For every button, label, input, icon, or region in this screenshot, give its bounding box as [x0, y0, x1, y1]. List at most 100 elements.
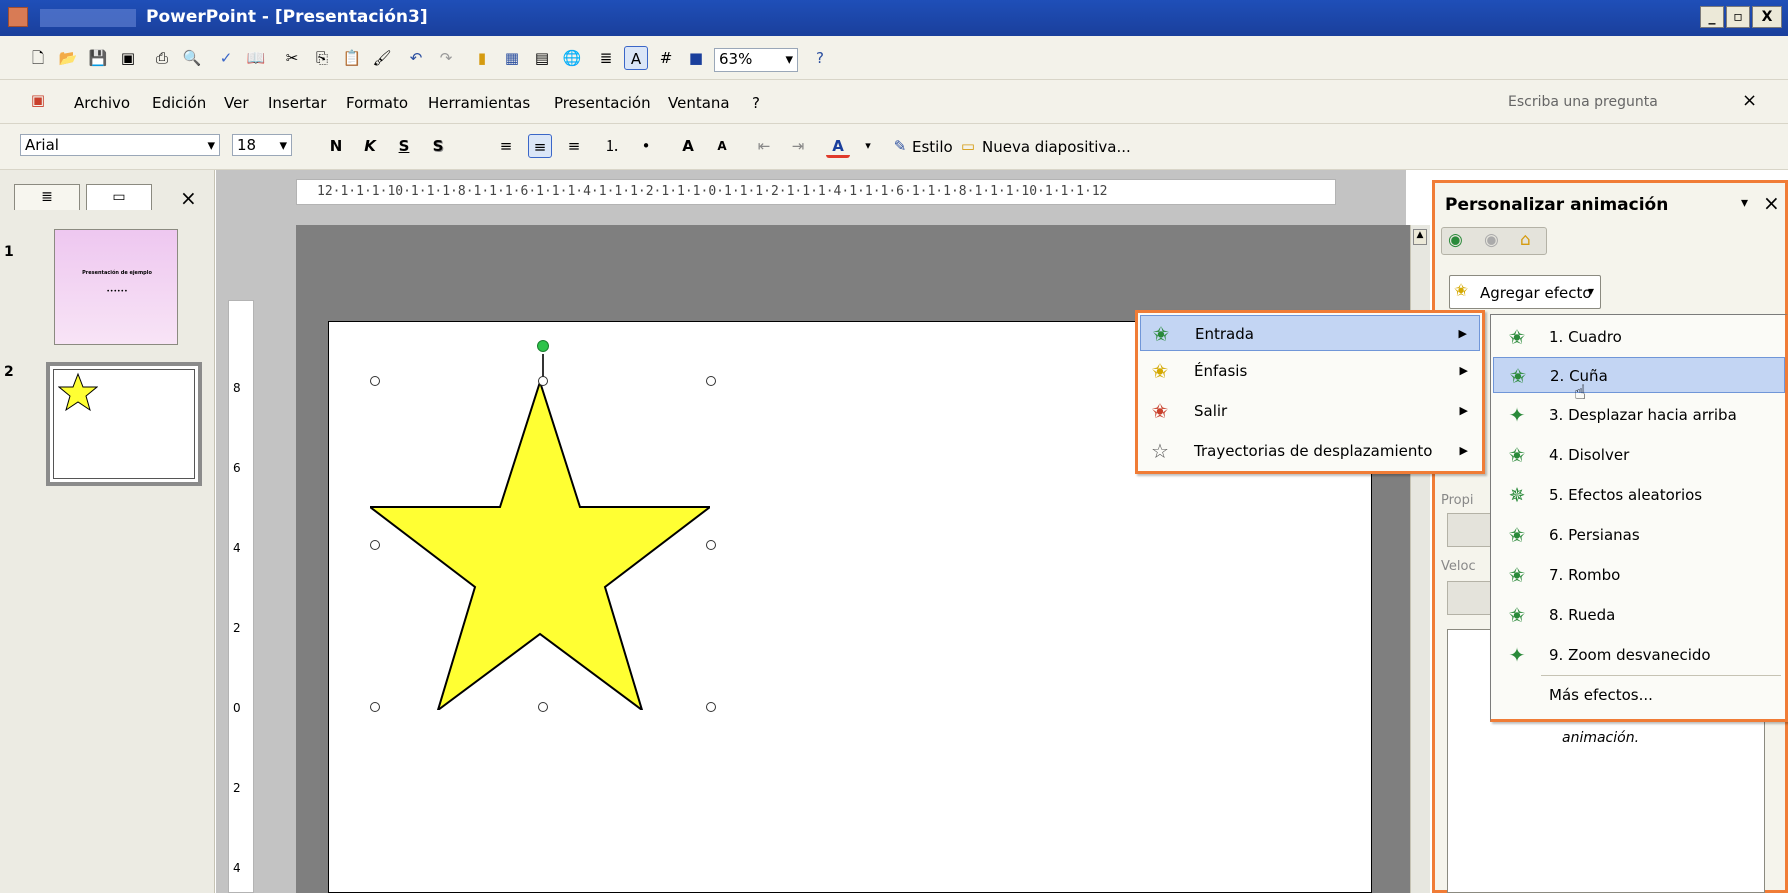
- hyperlink-icon[interactable]: 🌐: [560, 46, 584, 70]
- table-icon[interactable]: ▦: [500, 46, 524, 70]
- effect-item-persianas[interactable]: ✬ 6. Persianas: [1493, 517, 1785, 553]
- effect-item-rueda[interactable]: ✬ 8. Rueda: [1493, 597, 1785, 633]
- back-icon[interactable]: ◉: [1448, 230, 1463, 250]
- chevron-down-icon[interactable]: ▾: [279, 135, 291, 155]
- chart-icon[interactable]: ▮: [470, 46, 494, 70]
- slide-thumbnail-2[interactable]: [46, 362, 202, 486]
- close-pane-icon[interactable]: ×: [180, 186, 197, 210]
- resize-handle[interactable]: [706, 702, 716, 712]
- color-grayscale-icon[interactable]: ■: [684, 46, 708, 70]
- underline-button[interactable]: S: [392, 134, 416, 158]
- rotation-handle[interactable]: [537, 340, 549, 352]
- menu-archivo[interactable]: Archivo: [74, 94, 130, 112]
- effect-item-cuadro[interactable]: ✬ 1. Cuadro: [1493, 319, 1785, 355]
- grid-icon[interactable]: #: [654, 46, 678, 70]
- menu-formato[interactable]: Formato: [346, 94, 408, 112]
- font-name-select[interactable]: Arial ▾: [20, 134, 220, 156]
- style-button[interactable]: Estilo: [912, 138, 953, 156]
- resize-handle[interactable]: [538, 376, 548, 386]
- effect-item-aleatorios[interactable]: ✵ 5. Efectos aleatorios: [1493, 477, 1785, 513]
- app-menu-icon[interactable]: ▣: [26, 88, 50, 112]
- research-icon[interactable]: 📖: [244, 46, 268, 70]
- menu-item-salir[interactable]: ✬ Salir ▶: [1140, 393, 1480, 429]
- close-document-icon[interactable]: ×: [1742, 90, 1757, 111]
- more-effects-item[interactable]: Más efectos...: [1493, 677, 1785, 713]
- menu-item-enfasis[interactable]: ✬ Énfasis ▶: [1140, 353, 1480, 389]
- scroll-up-icon[interactable]: ▲: [1413, 229, 1427, 245]
- chevron-down-icon[interactable]: ▾: [785, 49, 797, 69]
- chevron-down-icon[interactable]: ▾: [207, 135, 219, 155]
- spelling-icon[interactable]: ✓: [214, 46, 238, 70]
- chevron-down-icon[interactable]: ▾: [1741, 195, 1748, 211]
- menu-help[interactable]: ?: [752, 94, 760, 112]
- tables-borders-icon[interactable]: ▤: [530, 46, 554, 70]
- star-shape[interactable]: [370, 382, 710, 710]
- home-icon[interactable]: ⌂: [1520, 230, 1531, 250]
- format-painter-icon[interactable]: 🖌: [370, 46, 394, 70]
- decrease-indent-icon[interactable]: ⇤: [752, 134, 776, 158]
- effect-item-desplazar[interactable]: ✦ 3. Desplazar hacia arriba: [1493, 397, 1785, 433]
- effect-item-disolver[interactable]: ✬ 4. Disolver: [1493, 437, 1785, 473]
- save-icon[interactable]: 💾: [86, 46, 110, 70]
- forward-icon[interactable]: ◉: [1484, 230, 1499, 250]
- slide-thumbnail-1[interactable]: Presentación de ejemplo ••••••: [54, 229, 178, 345]
- italic-button[interactable]: K: [358, 134, 382, 158]
- ask-question-input[interactable]: Escriba una pregunta: [1508, 94, 1658, 110]
- paste-icon[interactable]: 📋: [340, 46, 364, 70]
- resize-handle[interactable]: [706, 540, 716, 550]
- copy-icon[interactable]: ⎘: [310, 46, 334, 70]
- increase-indent-icon[interactable]: ⇥: [786, 134, 810, 158]
- redo-icon[interactable]: ↷: [434, 46, 458, 70]
- maximize-button[interactable]: ▫: [1726, 6, 1750, 28]
- app-icon[interactable]: [8, 7, 28, 27]
- effect-item-cuna[interactable]: ✬ 2. Cuña ☝: [1493, 357, 1785, 404]
- numbering-icon[interactable]: ⒈: [600, 134, 624, 158]
- close-button[interactable]: X: [1752, 6, 1782, 28]
- new-icon[interactable]: 🗋: [26, 46, 50, 70]
- increase-font-icon[interactable]: A: [676, 134, 700, 158]
- effect-item-zoom[interactable]: ✦ 9. Zoom desvanecido: [1493, 637, 1785, 673]
- menu-presentacion[interactable]: Presentación: [554, 94, 651, 112]
- open-icon[interactable]: 📂: [56, 46, 80, 70]
- chevron-down-icon[interactable]: ▾: [856, 134, 880, 158]
- tab-slides[interactable]: ▭: [86, 184, 152, 210]
- help-icon[interactable]: ?: [808, 46, 832, 70]
- menu-item-entrada[interactable]: ✬ Entrada ▶: [1140, 315, 1480, 351]
- menu-ventana[interactable]: Ventana: [668, 94, 730, 112]
- cut-icon[interactable]: ✂: [280, 46, 304, 70]
- zoom-select[interactable]: 63% ▾: [714, 48, 798, 72]
- print-preview-icon[interactable]: 🔍: [180, 46, 204, 70]
- undo-icon[interactable]: ↶: [404, 46, 428, 70]
- expand-all-icon[interactable]: ≣: [594, 46, 618, 70]
- menu-ver[interactable]: Ver: [224, 94, 249, 112]
- resize-handle[interactable]: [370, 702, 380, 712]
- tab-outline[interactable]: ≣: [14, 184, 80, 210]
- minimize-button[interactable]: _: [1700, 6, 1724, 28]
- effect-item-rombo[interactable]: ✬ 7. Rombo: [1493, 557, 1785, 593]
- menu-insertar[interactable]: Insertar: [268, 94, 326, 112]
- menu-herramientas[interactable]: Herramientas: [428, 94, 530, 112]
- design-icon[interactable]: ✎: [888, 134, 912, 158]
- align-left-icon[interactable]: ≡: [494, 134, 518, 158]
- menu-edicion[interactable]: Edición: [152, 94, 206, 112]
- add-effect-button[interactable]: ✬ Agregar efecto ▾: [1449, 275, 1601, 309]
- shadow-button[interactable]: S: [426, 134, 450, 158]
- font-size-select[interactable]: 18 ▾: [232, 134, 292, 156]
- show-formatting-icon[interactable]: A: [624, 46, 648, 70]
- resize-handle[interactable]: [370, 540, 380, 550]
- align-right-icon[interactable]: ≡: [562, 134, 586, 158]
- resize-handle[interactable]: [370, 376, 380, 386]
- resize-handle[interactable]: [538, 702, 548, 712]
- align-center-icon[interactable]: ≡: [528, 134, 552, 158]
- close-pane-icon[interactable]: ×: [1763, 191, 1780, 215]
- bullets-icon[interactable]: •: [634, 134, 658, 158]
- new-slide-button[interactable]: Nueva diapositiva...: [982, 138, 1131, 156]
- permission-icon[interactable]: ▣: [116, 46, 140, 70]
- bold-button[interactable]: N: [324, 134, 348, 158]
- decrease-font-icon[interactable]: A: [710, 134, 734, 158]
- font-color-icon[interactable]: A: [826, 134, 850, 158]
- print-icon[interactable]: ⎙: [150, 46, 174, 70]
- new-slide-icon[interactable]: ▭: [956, 134, 980, 158]
- menu-item-trayectorias[interactable]: ☆ Trayectorias de desplazamiento ▶: [1140, 433, 1480, 469]
- resize-handle[interactable]: [706, 376, 716, 386]
